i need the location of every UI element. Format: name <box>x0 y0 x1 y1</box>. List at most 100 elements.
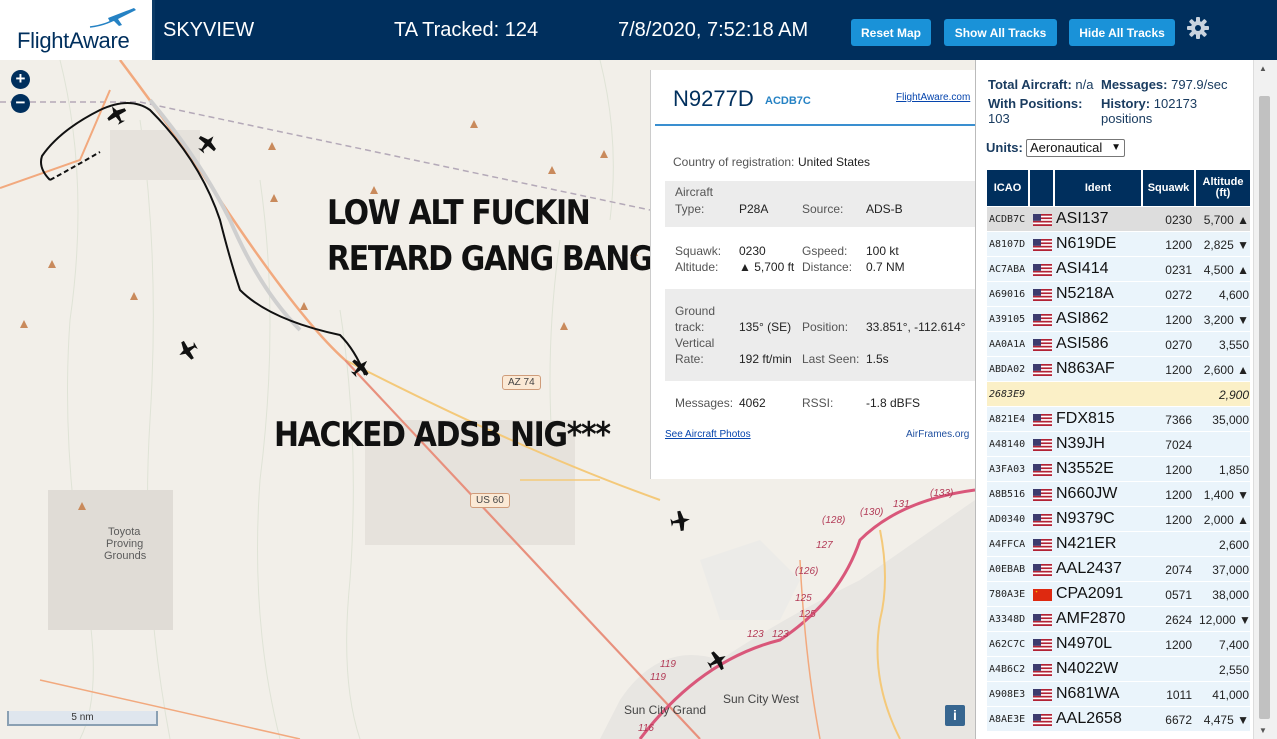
table-row[interactable]: A39105 ASI862 1200 3,200 ▼ <box>987 307 1250 332</box>
reset-map-button[interactable]: Reset Map <box>851 19 931 46</box>
highway-shield: AZ 74 <box>502 375 541 390</box>
aircraft-list-panel: Total Aircraft: n/a Messages: 797.9/sec … <box>975 60 1277 739</box>
table-row[interactable]: A3FA03 N3552E 1200 1,850 <box>987 457 1250 482</box>
table-row[interactable]: A48140 N39JH 7024 <box>987 432 1250 457</box>
map-info-button[interactable]: i <box>945 705 965 726</box>
row-icao: A4FFCA <box>989 539 1026 550</box>
messages-label: Messages: <box>1101 77 1168 92</box>
table-row[interactable]: A4B6C2 N4022W 2,550 <box>987 657 1250 682</box>
row-flag <box>1033 338 1052 351</box>
flightaware-logo[interactable]: FlightAware <box>0 0 155 60</box>
gear-icon[interactable] <box>1186 16 1210 40</box>
show-all-tracks-button[interactable]: Show All Tracks <box>944 19 1057 46</box>
messages-value: 4062 <box>739 396 766 410</box>
table-row[interactable]: A69016 N5218A 0272 4,600 <box>987 282 1250 307</box>
table-row[interactable]: A4FFCA N421ER 2,600 <box>987 532 1250 557</box>
table-row[interactable]: A8107D N619DE 1200 2,825 ▼ <box>987 232 1250 257</box>
row-flag <box>1033 513 1052 526</box>
zoom-in-button[interactable]: + <box>11 70 30 89</box>
country-label: Country of registration: <box>673 155 795 169</box>
column-header-squawk[interactable]: Squawk <box>1143 170 1194 206</box>
row-icao: A8AE3E <box>989 714 1026 725</box>
hide-all-tracks-button[interactable]: Hide All Tracks <box>1069 19 1175 46</box>
row-ident: N863AF <box>1056 360 1115 377</box>
track-value: 135° (SE) <box>739 320 792 334</box>
row-flag <box>1033 663 1052 676</box>
units-select[interactable]: Aeronautical ▼ <box>1026 139 1125 157</box>
row-squawk: 1011 <box>1166 688 1192 702</box>
row-squawk: 7024 <box>1165 438 1192 452</box>
row-ident: AAL2437 <box>1056 560 1122 577</box>
row-altitude: 2,825 ▼ <box>1203 238 1249 252</box>
table-row[interactable]: AA0A1A ASI586 0270 3,550 <box>987 332 1250 357</box>
row-altitude: 1,400 ▼ <box>1203 488 1249 502</box>
squawk-value: 0230 <box>739 244 766 258</box>
scrollbar-thumb[interactable] <box>1259 96 1270 719</box>
map-label: Proving <box>106 538 144 550</box>
us-flag-icon <box>1033 464 1052 476</box>
road-number: 123 <box>747 629 764 640</box>
app-title: SKYVIEW <box>163 19 255 41</box>
table-row[interactable]: 780A3E CPA2091 0571 38,000 <box>987 582 1250 607</box>
table-row[interactable]: AC7ABA ASI414 0231 4,500 ▲ <box>987 257 1250 282</box>
us-flag-icon <box>1033 664 1052 676</box>
row-altitude: 2,600 <box>1218 538 1249 552</box>
total-aircraft-label: Total Aircraft: <box>988 77 1072 92</box>
row-squawk: 2624 <box>1165 613 1192 627</box>
scroll-down-arrow-icon[interactable]: ▼ <box>1259 726 1267 735</box>
row-squawk: 0230 <box>1165 213 1192 227</box>
aircraft-marker[interactable] <box>174 337 200 364</box>
row-ident: N39JH <box>1056 435 1105 452</box>
table-row[interactable]: AD0340 N9379C 1200 2,000 ▲ <box>987 507 1250 532</box>
vrate-value: 192 ft/min <box>739 352 792 366</box>
us-flag-icon <box>1033 289 1052 301</box>
column-header-icao[interactable]: ICAO <box>987 170 1028 206</box>
row-ident: N619DE <box>1056 235 1117 252</box>
us-flag-icon <box>1033 689 1052 701</box>
us-flag-icon <box>1033 489 1052 501</box>
zoom-out-button[interactable]: − <box>11 94 30 113</box>
table-row[interactable]: A821E4 FDX815 7366 35,000 <box>987 407 1250 432</box>
row-flag <box>1033 538 1052 551</box>
row-squawk: 1200 <box>1165 463 1192 477</box>
table-row[interactable]: A8B516 N660JW 1200 1,400 ▼ <box>987 482 1250 507</box>
table-row[interactable]: A0EBAB AAL2437 2074 37,000 <box>987 557 1250 582</box>
row-altitude: 2,000 ▲ <box>1203 513 1249 527</box>
lastseen-label: Last Seen: <box>802 352 860 366</box>
column-header-altitude[interactable]: Altitude (ft) <box>1196 170 1250 206</box>
aircraft-marker[interactable] <box>669 509 691 532</box>
row-flag <box>1033 463 1052 476</box>
road-number: (133) <box>930 488 954 499</box>
highway-shield: US 60 <box>470 493 510 508</box>
row-ident: ASI137 <box>1056 210 1109 227</box>
road-number: 131 <box>893 499 910 510</box>
flightaware-link[interactable]: FlightAware.com <box>896 92 970 103</box>
plane-logo-icon <box>89 8 136 28</box>
units-label: Units: <box>986 140 1023 155</box>
row-squawk: 1200 <box>1165 313 1192 327</box>
table-row[interactable]: 2683E9 2,900 <box>987 382 1250 407</box>
road-number: (130) <box>860 507 884 518</box>
table-row[interactable]: ACDB7C ASI137 0230 5,700 ▲ <box>987 207 1250 232</box>
us-flag-icon <box>1033 264 1052 276</box>
row-ident: FDX815 <box>1056 410 1115 427</box>
table-row[interactable]: A62C7C N4970L 1200 7,400 <box>987 632 1250 657</box>
table-row[interactable]: ABDA02 N863AF 1200 2,600 ▲ <box>987 357 1250 382</box>
history-value: 102173 <box>1153 96 1198 111</box>
lastseen-value: 1.5s <box>866 352 889 366</box>
row-flag <box>1033 613 1052 626</box>
table-row[interactable]: A8AE3E AAL2658 6672 4,475 ▼ <box>987 707 1250 732</box>
aircraft-photos-link[interactable]: See Aircraft Photos <box>665 429 751 440</box>
column-header-flag[interactable] <box>1030 170 1053 206</box>
airframes-link[interactable]: AirFrames.org <box>906 429 969 440</box>
row-icao: AC7ABA <box>989 264 1026 275</box>
table-row[interactable]: A3348D AMF2870 2624 12,000 ▼ <box>987 607 1251 632</box>
row-icao: AA0A1A <box>989 339 1026 350</box>
table-row[interactable]: A908E3 N681WA 1011 41,000 <box>987 682 1250 707</box>
column-header-ident[interactable]: Ident <box>1055 170 1141 206</box>
scroll-up-arrow-icon[interactable]: ▲ <box>1259 64 1267 73</box>
row-ident: N660JW <box>1056 485 1118 502</box>
gspeed-label: Gspeed: <box>802 244 848 258</box>
row-altitude: 4,600 <box>1218 288 1249 302</box>
aircraft-marker[interactable] <box>103 101 130 127</box>
